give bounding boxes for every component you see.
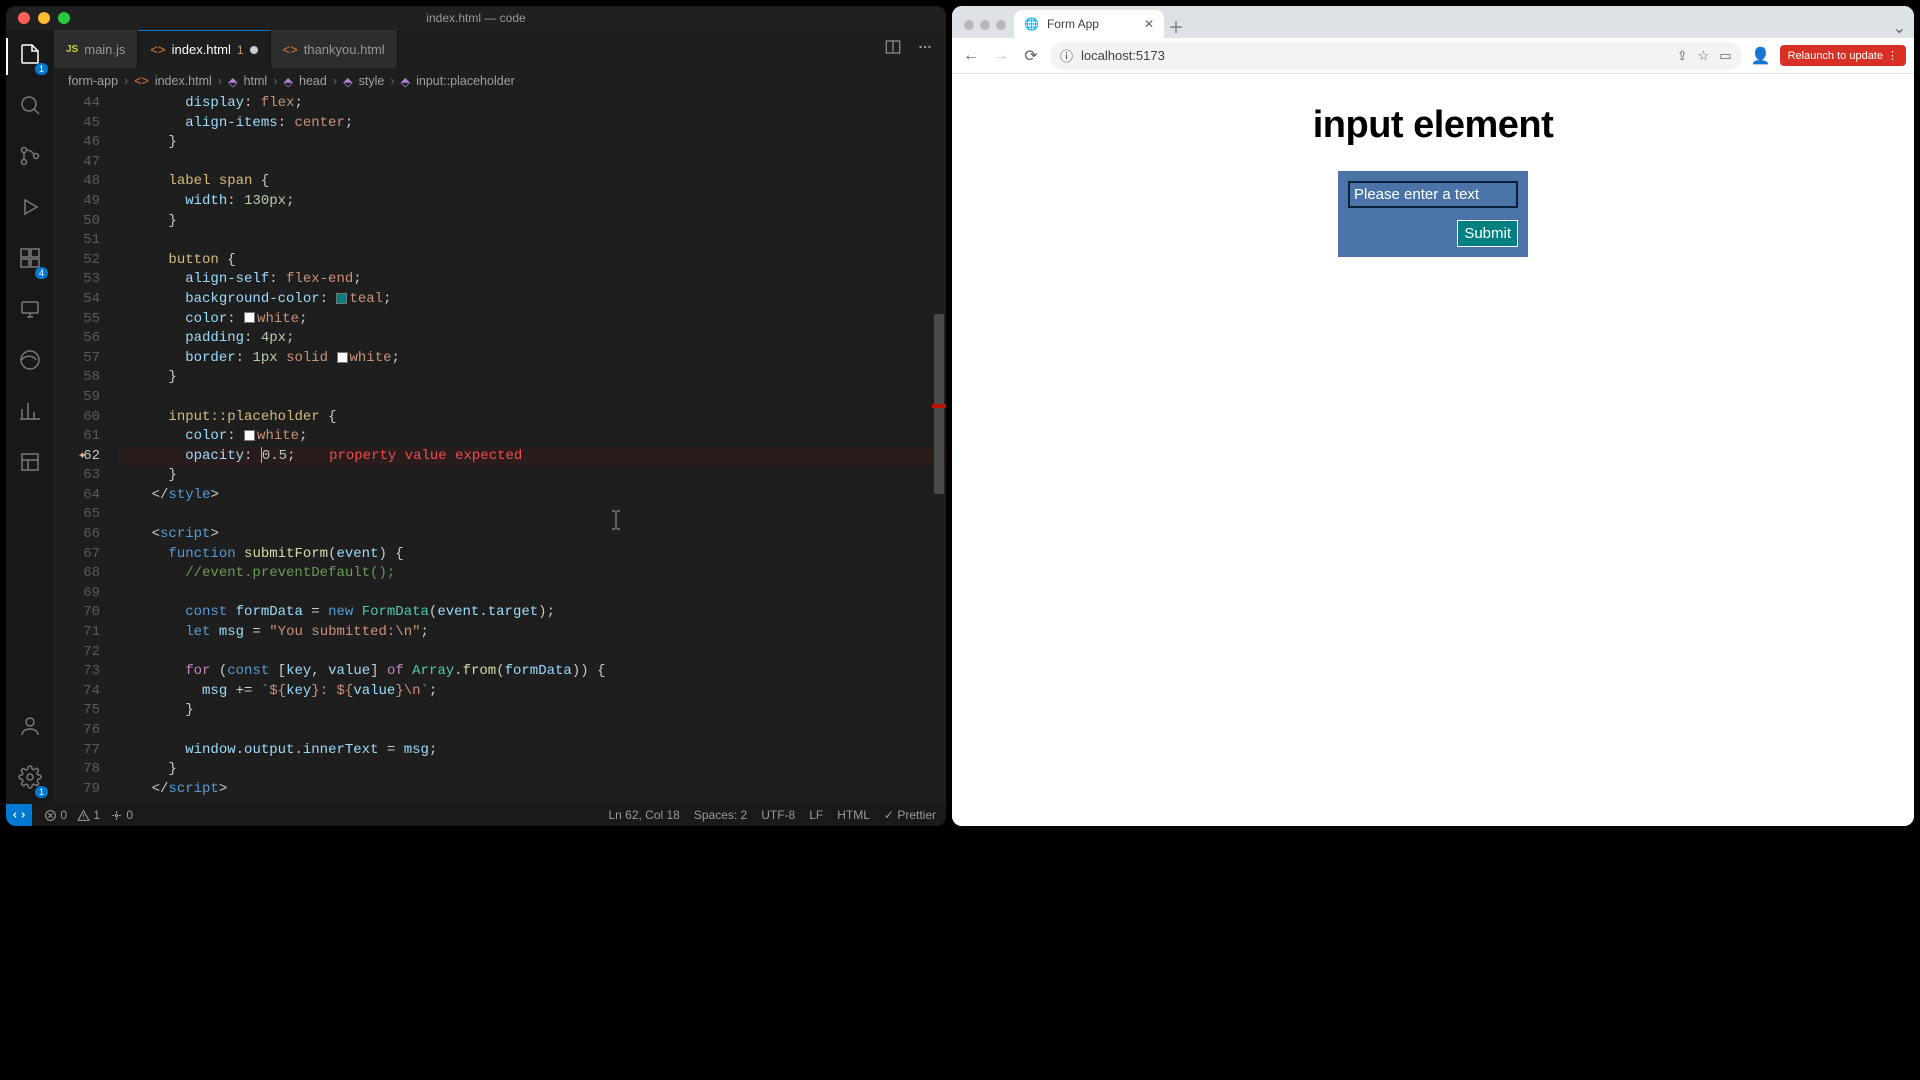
browser-tabstrip: 🌐 Form App ✕ ＋ ⌄ xyxy=(952,6,1914,38)
favicon-icon: 🌐 xyxy=(1024,17,1039,31)
activity-bar: 1 4 xyxy=(6,30,54,804)
extensions-badge: 4 xyxy=(35,267,48,279)
reload-button[interactable]: ⟳ xyxy=(1020,46,1042,66)
remote-indicator[interactable] xyxy=(6,804,32,826)
browser-tab[interactable]: 🌐 Form App ✕ xyxy=(1014,10,1164,38)
reader-icon[interactable]: ▭ xyxy=(1719,48,1731,64)
eol[interactable]: LF xyxy=(809,808,823,822)
page-heading: input element xyxy=(1313,104,1554,147)
symbol-icon: ⬘ xyxy=(283,74,293,89)
code-editor[interactable]: 4445464748495051525354555657585960616263… xyxy=(54,94,946,804)
chevron-right-icon: › xyxy=(124,74,128,88)
maximize-window-button[interactable] xyxy=(996,20,1006,30)
page-content: input element Submit xyxy=(952,74,1914,826)
search-icon[interactable] xyxy=(18,93,42,122)
close-window-button[interactable] xyxy=(18,12,30,24)
profile-icon[interactable]: 👤 xyxy=(1750,46,1772,66)
maximize-window-button[interactable] xyxy=(58,12,70,24)
new-tab-button[interactable]: ＋ xyxy=(1164,14,1188,38)
url-text: localhost:5173 xyxy=(1081,48,1165,63)
tab-thankyou-html[interactable]: <> thankyou.html xyxy=(271,30,398,68)
layout-icon[interactable] xyxy=(18,450,42,479)
minimize-window-button[interactable] xyxy=(38,12,50,24)
breadcrumb-item[interactable]: form-app xyxy=(68,74,118,88)
symbol-icon: ⬘ xyxy=(343,74,353,89)
breadcrumb-item[interactable]: input::placeholder xyxy=(416,74,515,88)
formatter[interactable]: ✓ Prettier xyxy=(884,808,936,822)
status-bar: 0 1 0 Ln 62, Col 18 Spaces: 2 UTF-8 LF H… xyxy=(6,804,946,826)
warnings-count[interactable]: 1 xyxy=(77,808,100,822)
breadcrumb-item[interactable]: html xyxy=(244,74,268,88)
back-button[interactable]: ← xyxy=(960,47,982,65)
address-bar[interactable]: ⓘ localhost:5173 ⇪ ☆ ▭ xyxy=(1050,42,1742,70)
tab-main-js[interactable]: JS main.js xyxy=(54,30,138,68)
html-file-icon: <> xyxy=(134,74,149,88)
chevron-right-icon: › xyxy=(333,74,337,88)
submit-button[interactable]: Submit xyxy=(1457,220,1518,247)
browser-toolbar: ← → ⟳ ⓘ localhost:5173 ⇪ ☆ ▭ 👤 Relaunch … xyxy=(952,38,1914,74)
source-control-icon[interactable] xyxy=(18,144,42,173)
error-marker xyxy=(932,404,946,408)
text-input[interactable] xyxy=(1348,181,1518,208)
edge-icon[interactable] xyxy=(18,348,42,377)
window-controls xyxy=(18,12,70,24)
window-title: index.html — code xyxy=(426,11,525,25)
extensions-icon[interactable]: 4 xyxy=(18,246,42,275)
tab-problem-count: 1 xyxy=(237,43,244,57)
encoding[interactable]: UTF-8 xyxy=(761,808,795,822)
chevron-right-icon: › xyxy=(390,74,394,88)
vscode-window: index.html — code 1 4 xyxy=(6,6,946,826)
sparkle-icon: ✦ xyxy=(78,447,86,467)
remote-icon[interactable] xyxy=(18,297,42,326)
ports-count[interactable]: 0 xyxy=(110,808,133,822)
dirty-indicator-icon xyxy=(250,46,258,54)
site-info-icon[interactable]: ⓘ xyxy=(1060,46,1073,65)
errors-count[interactable]: 0 xyxy=(44,808,67,822)
breadcrumb-item[interactable]: style xyxy=(359,74,385,88)
minimize-window-button[interactable] xyxy=(980,20,990,30)
symbol-icon: ⬘ xyxy=(228,74,238,89)
editor-scrollbar[interactable] xyxy=(932,94,946,804)
close-window-button[interactable] xyxy=(964,20,974,30)
bookmark-icon[interactable]: ☆ xyxy=(1698,48,1710,64)
html-file-icon: <> xyxy=(150,42,165,57)
more-actions-icon[interactable] xyxy=(916,38,934,61)
tab-label: thankyou.html xyxy=(304,42,385,57)
chevron-right-icon: › xyxy=(218,74,222,88)
explorer-badge: 1 xyxy=(35,63,48,75)
html-file-icon: <> xyxy=(283,42,298,57)
code-content[interactable]: display: flex; align-items: center; } la… xyxy=(118,94,946,804)
split-editor-icon[interactable] xyxy=(884,38,902,61)
tab-label: index.html xyxy=(172,42,231,57)
editor-tabs: JS main.js <> index.html 1 <> thankyou.h… xyxy=(54,30,946,68)
settings-badge: 1 xyxy=(35,786,48,798)
browser-tab-title: Form App xyxy=(1047,17,1099,31)
breadcrumb-item[interactable]: head xyxy=(299,74,327,88)
settings-gear-icon[interactable]: 1 xyxy=(18,765,42,794)
js-file-icon: JS xyxy=(66,44,78,55)
language-mode[interactable]: HTML xyxy=(837,808,870,822)
relaunch-update-button[interactable]: Relaunch to update ⋮ xyxy=(1780,45,1906,66)
symbol-icon: ⬘ xyxy=(401,74,411,89)
close-tab-icon[interactable]: ✕ xyxy=(1144,17,1154,31)
explorer-icon[interactable]: 1 xyxy=(18,42,42,71)
browser-window: 🌐 Form App ✕ ＋ ⌄ ← → ⟳ ⓘ localhost:5173 … xyxy=(952,6,1914,826)
indent-setting[interactable]: Spaces: 2 xyxy=(694,808,747,822)
run-debug-icon[interactable] xyxy=(18,195,42,224)
breadcrumb[interactable]: form-app › <> index.html › ⬘ html › ⬘ head › ⬘ s… xyxy=(54,68,946,94)
chart-icon[interactable] xyxy=(18,399,42,428)
chevron-right-icon: › xyxy=(273,74,277,88)
tab-list-icon[interactable]: ⌄ xyxy=(1893,18,1906,38)
browser-window-controls xyxy=(964,20,1006,30)
cursor-position[interactable]: Ln 62, Col 18 xyxy=(608,808,679,822)
account-icon[interactable] xyxy=(18,714,42,743)
share-icon[interactable]: ⇪ xyxy=(1677,48,1688,64)
tab-index-html[interactable]: <> index.html 1 xyxy=(138,30,270,68)
forward-button[interactable]: → xyxy=(990,47,1012,65)
kebab-menu-icon: ⋮ xyxy=(1887,49,1898,62)
form-container: Submit xyxy=(1338,171,1528,257)
tab-label: main.js xyxy=(84,42,125,57)
breadcrumb-item[interactable]: index.html xyxy=(155,74,212,88)
titlebar: index.html — code xyxy=(6,6,946,30)
